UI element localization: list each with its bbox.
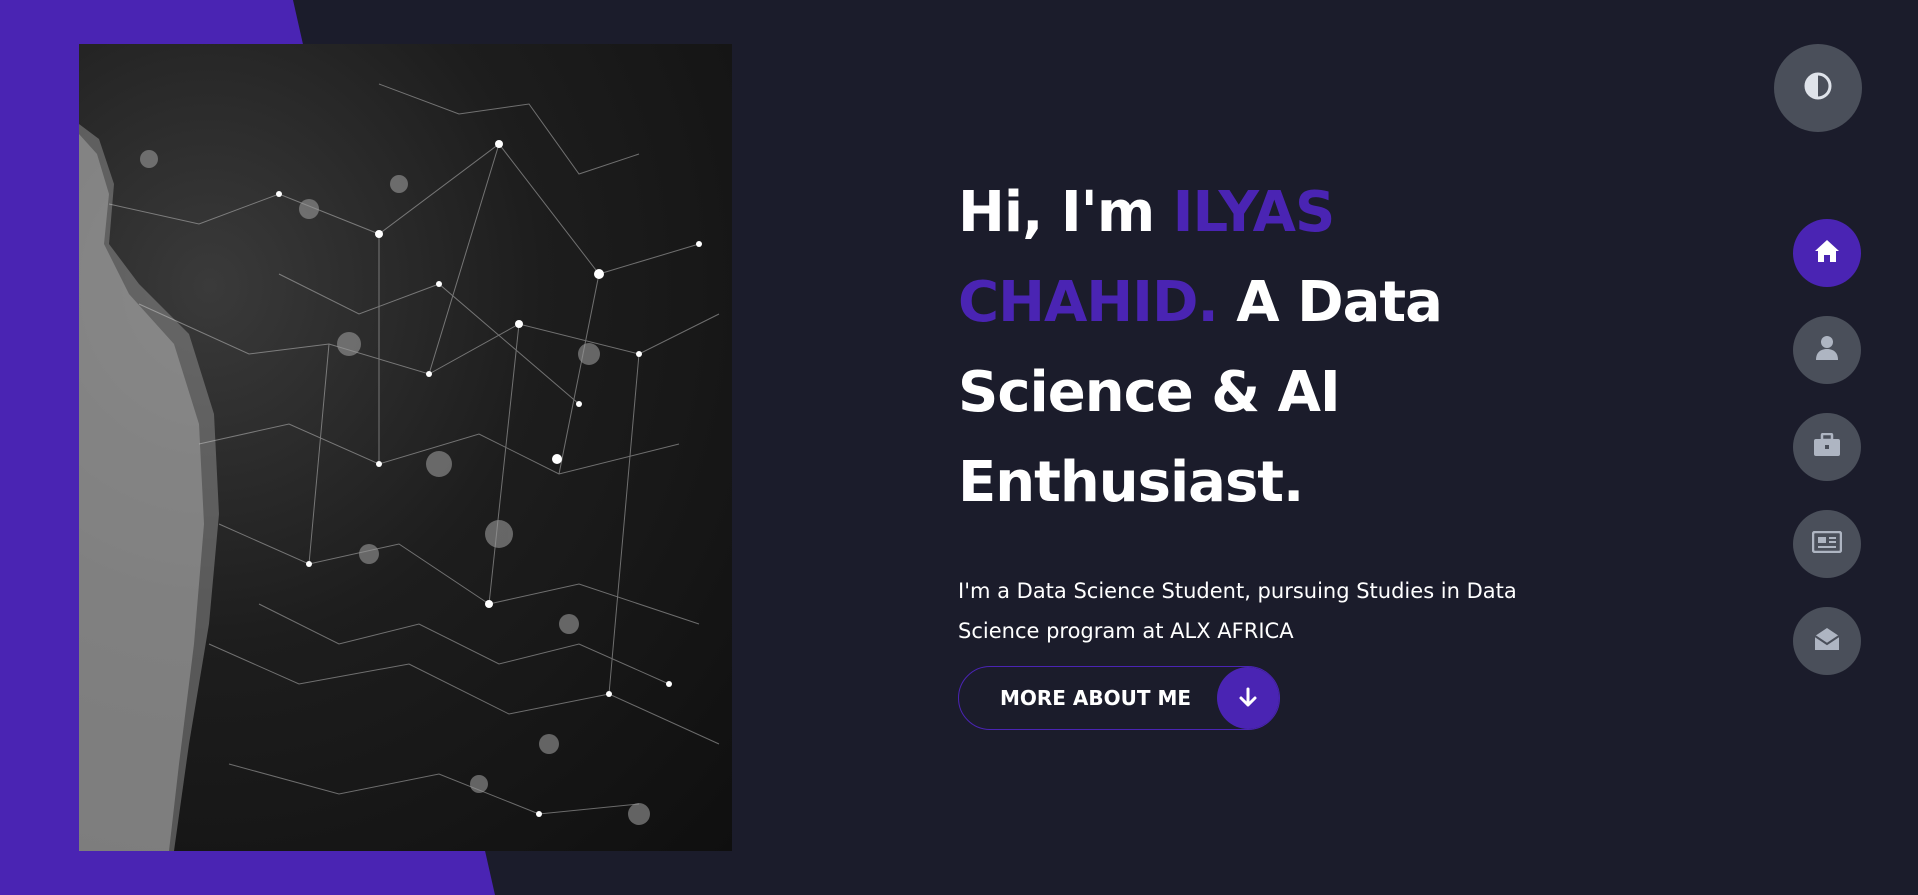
- more-about-me-label: MORE ABOUT ME: [1000, 686, 1192, 710]
- hero-text: Hi, I'm ILYAS CHAHID. A Data Science & A…: [958, 168, 1578, 651]
- hero-image: [79, 44, 732, 851]
- more-about-me-button[interactable]: MORE ABOUT ME: [958, 666, 1280, 730]
- nav-item-about[interactable]: [1793, 316, 1861, 384]
- envelope-open-icon: [1813, 626, 1841, 656]
- nav-item-blog[interactable]: [1793, 510, 1861, 578]
- page: Hi, I'm ILYAS CHAHID. A Data Science & A…: [0, 0, 1918, 895]
- nav-item-portfolio[interactable]: [1793, 413, 1861, 481]
- theme-toggle-button[interactable]: [1774, 44, 1862, 132]
- nav-item-home[interactable]: [1793, 219, 1861, 287]
- briefcase-icon: [1813, 432, 1841, 461]
- hero-headline: Hi, I'm ILYAS CHAHID. A Data Science & A…: [958, 168, 1578, 528]
- network-figure-illustration: [79, 83, 720, 851]
- newspaper-icon: [1811, 530, 1843, 557]
- nav-item-contact[interactable]: [1793, 607, 1861, 675]
- home-icon: [1813, 238, 1841, 268]
- greeting-text: Hi, I'm: [958, 180, 1173, 245]
- hero-tagline: I'm a Data Science Student, pursuing Stu…: [958, 579, 1517, 643]
- arrow-down-icon: [1217, 667, 1279, 729]
- contrast-icon: [1803, 71, 1833, 105]
- user-icon: [1815, 335, 1839, 365]
- side-navigation: [1793, 219, 1861, 704]
